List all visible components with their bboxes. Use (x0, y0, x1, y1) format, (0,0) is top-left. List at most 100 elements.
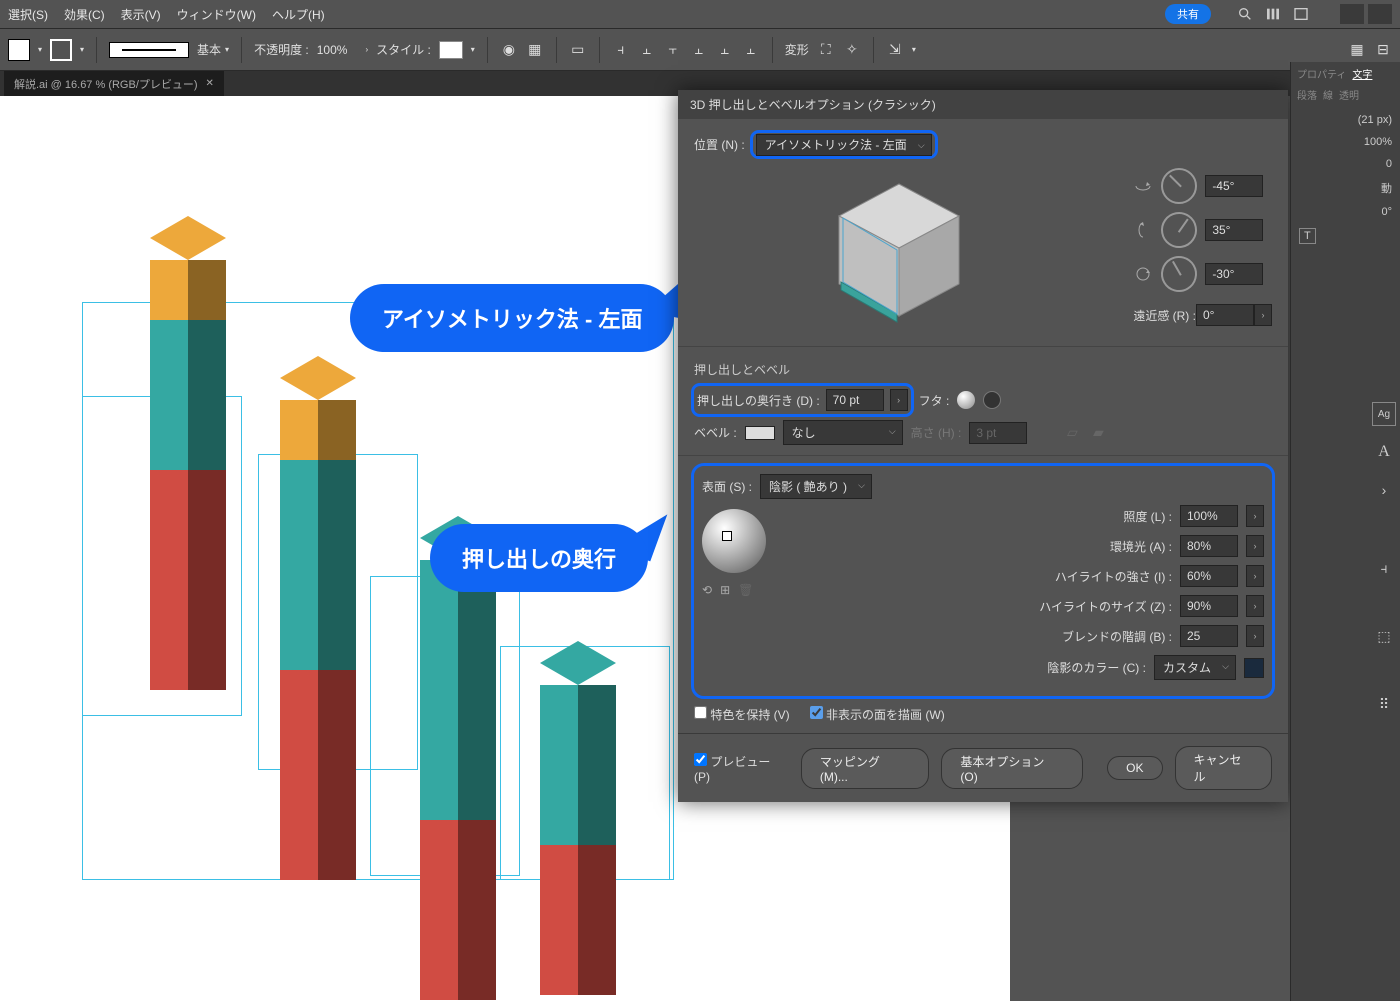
cap-on-icon[interactable] (957, 391, 975, 409)
bevel-select[interactable]: なし⌵ (783, 420, 903, 445)
blend-steps-stepper[interactable]: › (1246, 625, 1264, 647)
align-bottom-icon[interactable]: ⫠ (742, 41, 760, 59)
isolate-icon[interactable]: ⇲ (886, 41, 904, 59)
ambient-input[interactable]: 80% (1180, 535, 1238, 557)
depth-stepper[interactable]: › (890, 389, 908, 411)
style-swatch[interactable] (439, 41, 463, 59)
tab-close-icon[interactable]: ✕ (206, 78, 214, 89)
align-top-icon[interactable]: ⫠ (690, 41, 708, 59)
perspective-input[interactable]: 0° (1196, 304, 1254, 326)
blend-steps-input[interactable]: 25 (1180, 625, 1238, 647)
depth-input[interactable]: 70 pt (826, 389, 884, 411)
rotate-x-dial[interactable] (1154, 161, 1205, 212)
transform-icon-2[interactable]: ✧ (843, 41, 861, 59)
more-options-button[interactable]: 基本オプション (O) (941, 748, 1083, 789)
stroke-profile[interactable] (109, 42, 189, 58)
callout-isometric: アイソメトリック法 - 左面 (350, 284, 674, 352)
perspective-stepper[interactable]: › (1254, 304, 1272, 326)
rotation-preview-cube[interactable] (819, 166, 979, 326)
rotate-y-dial[interactable] (1154, 205, 1204, 255)
align-left-icon[interactable]: ⫞ (612, 41, 630, 59)
opacity-label: 不透明度 : (254, 41, 309, 58)
stroke-swatch[interactable] (50, 39, 72, 61)
perspective-label: 遠近感 (R) : (1133, 307, 1196, 324)
map-art-button[interactable]: マッピング (M)... (801, 748, 930, 789)
rotate-y-input[interactable]: 35° (1205, 219, 1263, 241)
tab-character[interactable]: 文字 (1352, 66, 1372, 81)
light-new-icon[interactable]: ⊞ (720, 583, 730, 597)
share-button[interactable]: 共有 (1165, 4, 1211, 24)
arrange-icon[interactable] (1265, 6, 1281, 22)
light-back-icon[interactable]: ⟲ (702, 583, 712, 597)
align-right-icon[interactable]: ⫟ (664, 41, 682, 59)
recolor-icon[interactable]: ◉ (500, 41, 518, 59)
align-middle-icon[interactable]: ⫠ (716, 41, 734, 59)
fill-swatch[interactable] (8, 39, 30, 61)
rotate-z-dial[interactable] (1155, 249, 1204, 298)
tab-properties[interactable]: プロパティ (1297, 66, 1346, 81)
highlight-intensity-stepper[interactable]: › (1246, 565, 1264, 587)
opacity-value[interactable]: 100% (317, 43, 348, 57)
window-maximize[interactable] (1368, 4, 1392, 24)
highlight-size-label: ハイライトのサイズ (Z) : (1039, 598, 1172, 615)
rail-align-icon[interactable]: ⫞ (1372, 556, 1396, 580)
callout-depth: 押し出しの奥行 (430, 524, 648, 592)
grid-icon[interactable]: ▦ (1348, 41, 1366, 59)
menu-help[interactable]: ヘルプ(H) (272, 6, 325, 23)
light-sphere[interactable] (702, 509, 766, 573)
rail-character-icon[interactable]: A (1372, 440, 1396, 464)
light-intensity-input[interactable]: 100% (1180, 505, 1238, 527)
highlight-size-input[interactable]: 90% (1180, 595, 1238, 617)
rotate-z-icon (1133, 264, 1153, 284)
iso-bar-2 (280, 356, 356, 880)
touch-type-icon[interactable]: T (1299, 228, 1316, 244)
light-intensity-stepper[interactable]: › (1246, 505, 1264, 527)
preview-checkbox[interactable]: プレビュー (P) (694, 753, 789, 784)
rotate-z-input[interactable]: -30° (1205, 263, 1263, 285)
rail-glyphs-icon[interactable]: Ag (1372, 402, 1396, 426)
position-highlight: アイソメトリック法 - 左面⌵ (753, 133, 935, 156)
ok-button[interactable]: OK (1107, 756, 1162, 780)
menu-effect[interactable]: 効果(C) (64, 6, 105, 23)
rail-dots-icon[interactable]: ⠿ (1372, 692, 1396, 716)
transform-icon-1[interactable]: ⛶ (817, 41, 835, 59)
light-point[interactable] (722, 531, 732, 541)
highlight-size-stepper[interactable]: › (1246, 595, 1264, 617)
menu-window[interactable]: ウィンドウ(W) (177, 6, 256, 23)
tab-paragraph[interactable]: 段落 (1297, 87, 1317, 102)
shade-color-select[interactable]: カスタム⌵ (1154, 655, 1236, 680)
surface-label: 表面 (S) : (702, 478, 752, 495)
tab-transparency[interactable]: 透明 (1339, 87, 1359, 102)
panel-tabs: プロパティ 文字 段落 線 透明 (1291, 62, 1400, 106)
transform-label[interactable]: 変形 (785, 41, 809, 58)
more-icon[interactable]: ⊟ (1374, 41, 1392, 59)
bevel-sample (745, 426, 775, 440)
doc-setup-icon[interactable]: ▭ (569, 41, 587, 59)
ambient-stepper[interactable]: › (1246, 535, 1264, 557)
cancel-button[interactable]: キャンセル (1175, 746, 1273, 790)
document-tab[interactable]: 解説.ai @ 16.67 % (RGB/プレビュー) ✕ (4, 71, 224, 97)
align-center-h-icon[interactable]: ⫠ (638, 41, 656, 59)
position-select[interactable]: アイソメトリック法 - 左面⌵ (756, 134, 932, 156)
rail-pathfinder-icon[interactable]: ⬚ (1372, 624, 1396, 648)
rotate-x-input[interactable]: -45° (1205, 175, 1263, 197)
bevel-out-icon: ▰ (1089, 424, 1107, 442)
search-icon[interactable] (1237, 6, 1253, 22)
highlight-intensity-input[interactable]: 60% (1180, 565, 1238, 587)
cap-label: フタ : (919, 392, 950, 409)
menu-view[interactable]: 表示(V) (121, 6, 161, 23)
control-bar: ▾ ▾ 基本▾ 不透明度 : 100%› スタイル : ▾ ◉ ▦ ▭ ⫞ ⫠ … (0, 28, 1400, 70)
rail-collapse-icon[interactable]: › (1372, 478, 1396, 502)
surface-select[interactable]: 陰影 ( 艶あり )⌵ (760, 474, 872, 499)
light-delete-icon[interactable]: 🗑 (738, 583, 753, 597)
tab-stroke[interactable]: 線 (1323, 87, 1333, 102)
draw-hidden-checkbox[interactable]: 非表示の面を描画 (W) (810, 706, 945, 723)
shade-color-swatch[interactable] (1244, 658, 1264, 678)
menu-select[interactable]: 選択(S) (8, 6, 48, 23)
align-icon[interactable]: ▦ (526, 41, 544, 59)
position-label: 位置 (N) : (694, 136, 745, 153)
window-minimize[interactable] (1340, 4, 1364, 24)
preserve-spot-checkbox[interactable]: 特色を保持 (V) (694, 706, 790, 723)
panel-icon[interactable] (1293, 6, 1309, 22)
cap-off-icon[interactable] (983, 391, 1001, 409)
